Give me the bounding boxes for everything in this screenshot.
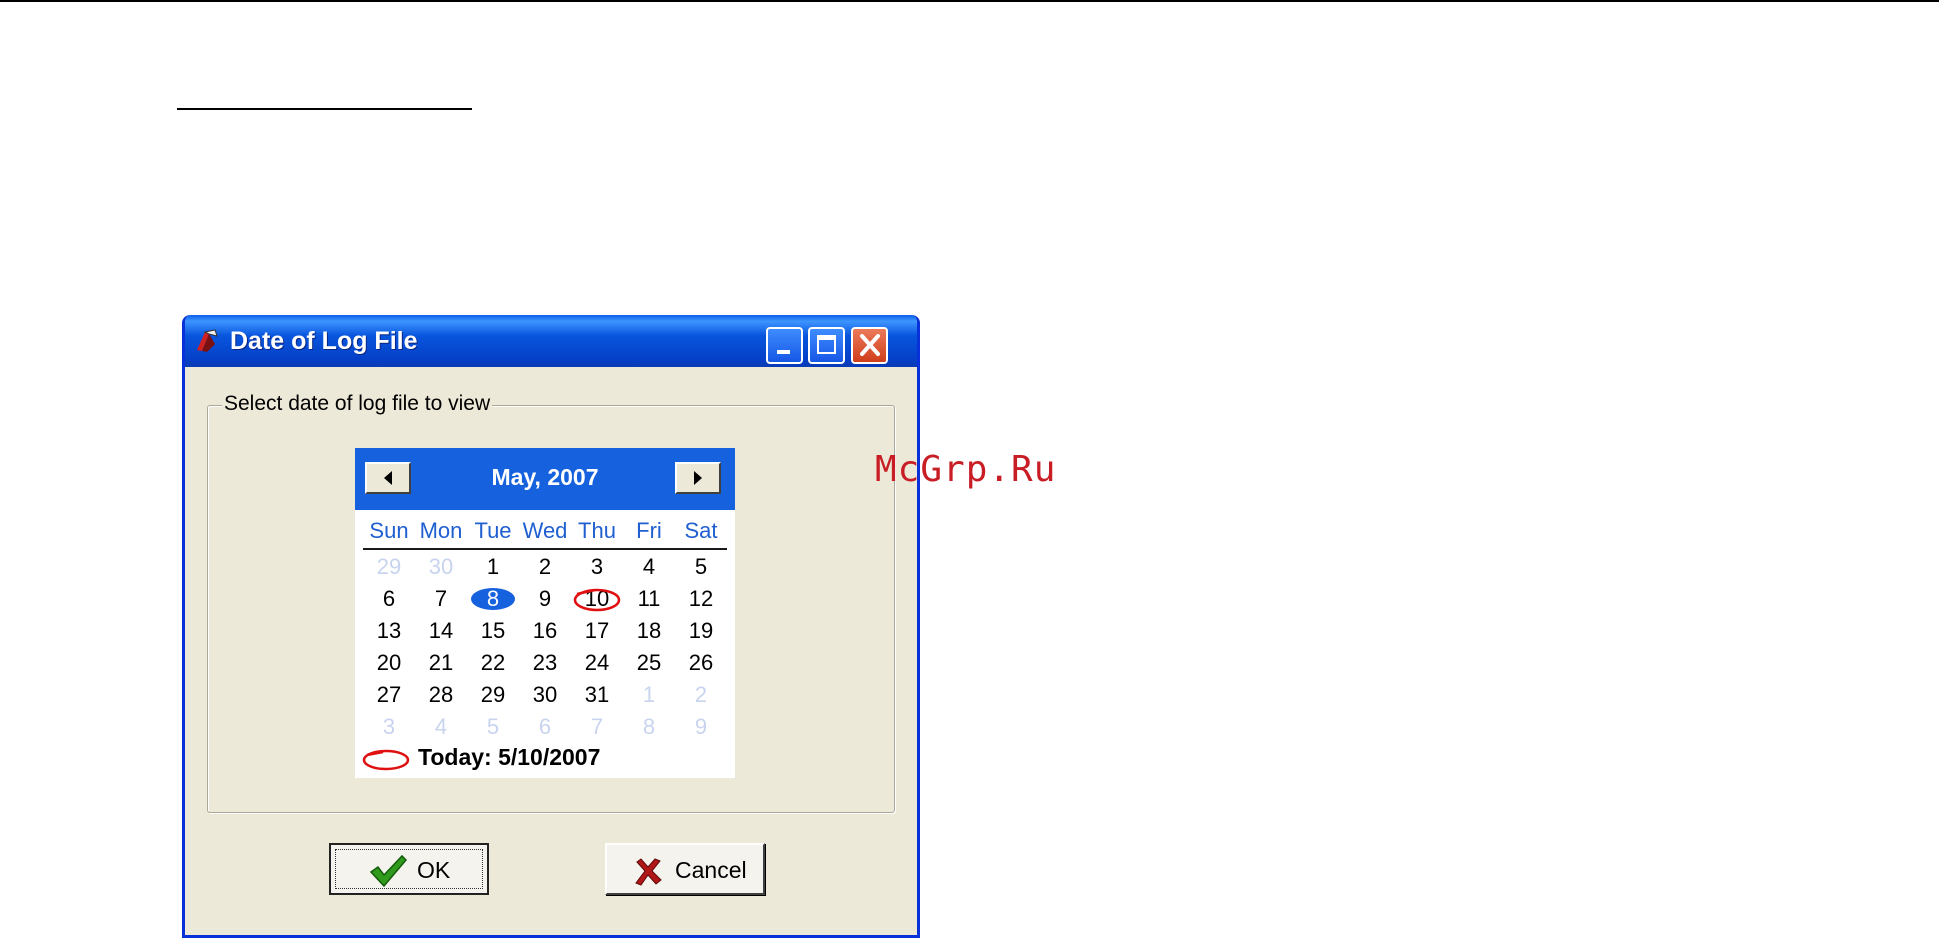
- calendar-day[interactable]: 18: [623, 616, 675, 646]
- cancel-button-label: Cancel: [675, 857, 747, 883]
- calendar-day[interactable]: 26: [675, 648, 727, 678]
- calendar-day[interactable]: 13: [363, 616, 415, 646]
- calendar-day[interactable]: 21: [415, 648, 467, 678]
- calendar-day[interactable]: 1: [623, 680, 675, 710]
- date-of-log-file-dialog: Date of Log File Select date of log file…: [182, 315, 920, 938]
- minimize-button[interactable]: [766, 327, 803, 364]
- calendar-day[interactable]: 17: [571, 616, 623, 646]
- weekday-header-row: Sun Mon Tue Wed Thu Fri Sat: [363, 518, 727, 550]
- calendar-day[interactable]: 3: [571, 552, 623, 582]
- calendar-header: May, 2007: [355, 448, 735, 510]
- calendar-day[interactable]: 3: [363, 712, 415, 742]
- calendar-day[interactable]: 2: [675, 680, 727, 710]
- minimize-icon: [777, 350, 790, 354]
- calendar-day[interactable]: 19: [675, 616, 727, 646]
- close-button[interactable]: [851, 327, 888, 364]
- weekday-wed: Wed: [522, 518, 568, 543]
- ok-button-label: OK: [417, 857, 451, 883]
- close-icon: [860, 334, 880, 356]
- calendar-day[interactable]: 29: [363, 552, 415, 582]
- month-calendar[interactable]: May, 2007 Sun Mon Tue Wed Thu Fri Sat 29 30 1 2 3 4…: [355, 448, 735, 778]
- calendar-day[interactable]: 20: [363, 648, 415, 678]
- today-label: Today: 5/10/2007: [418, 744, 601, 770]
- weekday-mon: Mon: [419, 518, 463, 543]
- heading-underline: [177, 108, 472, 110]
- calendar-day[interactable]: 30: [415, 552, 467, 582]
- calendar-day[interactable]: 28: [415, 680, 467, 710]
- calendar-day[interactable]: 7: [571, 712, 623, 742]
- red-x-icon: [635, 858, 662, 886]
- calendar-day[interactable]: 24: [571, 648, 623, 678]
- calendar-day[interactable]: 25: [623, 648, 675, 678]
- calendar-day[interactable]: 8: [623, 712, 675, 742]
- weekday-sun: Sun: [369, 518, 409, 543]
- window-title: Date of Log File: [230, 327, 418, 355]
- calendar-day[interactable]: 6: [519, 712, 571, 742]
- calendar-day[interactable]: 5: [675, 552, 727, 582]
- calendar-day[interactable]: 29: [467, 680, 519, 710]
- watermark-text: McGrp.Ru: [875, 449, 1057, 490]
- calendar-day[interactable]: 27: [363, 680, 415, 710]
- title-bar[interactable]: Date of Log File: [185, 315, 917, 367]
- weekday-tue: Tue: [474, 518, 512, 543]
- ok-button[interactable]: OK: [329, 843, 489, 895]
- calendar-day[interactable]: 9: [519, 584, 571, 614]
- app-icon: [197, 329, 218, 352]
- triangle-right-icon: [694, 471, 702, 485]
- calendar-day[interactable]: 30: [519, 680, 571, 710]
- calendar-day[interactable]: 22: [467, 648, 519, 678]
- calendar-day[interactable]: 4: [415, 712, 467, 742]
- calendar-day[interactable]: 6: [363, 584, 415, 614]
- calendar-day[interactable]: 4: [623, 552, 675, 582]
- today-circle-icon: [573, 588, 621, 612]
- weekday-thu: Thu: [578, 518, 616, 543]
- focus-rectangle: [335, 849, 483, 889]
- calendar-day[interactable]: 10: [571, 584, 623, 614]
- calendar-day[interactable]: 15: [467, 616, 519, 646]
- calendar-day[interactable]: 23: [519, 648, 571, 678]
- calendar-day[interactable]: 16: [519, 616, 571, 646]
- checkmark-icon: [369, 854, 407, 888]
- next-month-button[interactable]: [675, 462, 721, 494]
- calendar-day[interactable]: 31: [571, 680, 623, 710]
- weekday-fri: Fri: [636, 518, 662, 543]
- calendar-day[interactable]: 5: [467, 712, 519, 742]
- calendar-day[interactable]: 1: [467, 552, 519, 582]
- calendar-day[interactable]: 7: [415, 584, 467, 614]
- top-rule: [0, 0, 1939, 2]
- calendar-day[interactable]: 2: [519, 552, 571, 582]
- calendar-day[interactable]: 8: [467, 584, 519, 614]
- calendar-day[interactable]: 14: [415, 616, 467, 646]
- weekday-sat: Sat: [684, 518, 718, 543]
- today-circle-icon: [362, 749, 410, 771]
- maximize-button[interactable]: [808, 327, 845, 364]
- calendar-day[interactable]: 9: [675, 712, 727, 742]
- group-box-label: Select date of log file to view: [222, 392, 493, 416]
- calendar-day[interactable]: 12: [675, 584, 727, 614]
- cancel-button[interactable]: Cancel: [605, 843, 765, 895]
- calendar-day[interactable]: 11: [623, 584, 675, 614]
- maximize-icon: [817, 335, 836, 354]
